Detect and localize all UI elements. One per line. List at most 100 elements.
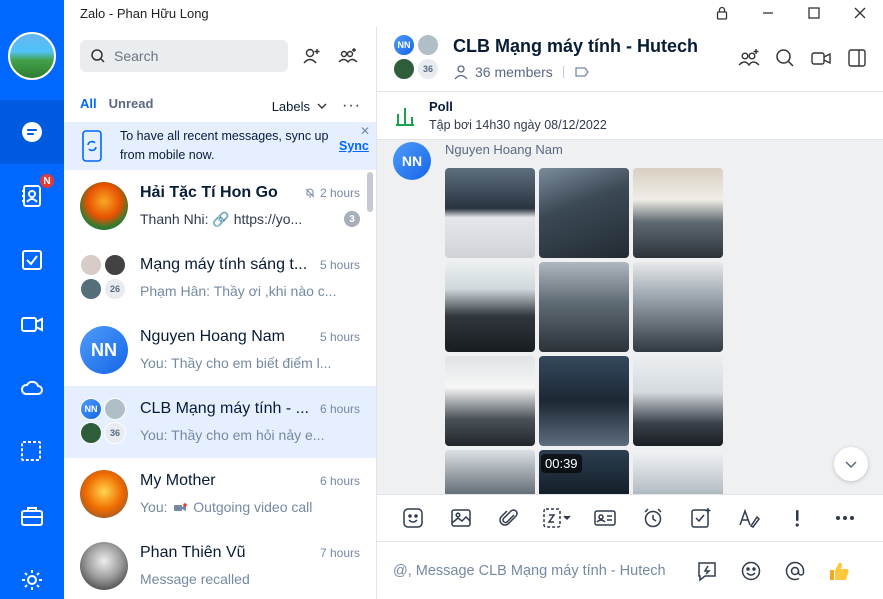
send-like-button[interactable]	[817, 551, 861, 591]
cloud-nav[interactable]	[0, 356, 64, 420]
message-input[interactable]	[393, 562, 683, 579]
screenshot-button[interactable]	[533, 498, 581, 538]
reminder-button[interactable]	[629, 498, 677, 538]
list-scrollbar[interactable]	[367, 172, 373, 212]
sticker-icon	[403, 508, 423, 528]
video-thumbnail[interactable]: 00:39	[539, 450, 629, 494]
send-image-button[interactable]	[437, 498, 485, 538]
member-avatar	[104, 398, 126, 420]
settings-nav[interactable]	[0, 548, 64, 599]
member-avatar	[80, 422, 102, 444]
member-avatar	[393, 58, 415, 80]
toggle-info-panel-button[interactable]	[839, 42, 875, 74]
photo-thumbnail[interactable]	[633, 168, 723, 258]
close-icon	[854, 7, 866, 19]
mention-icon	[785, 561, 805, 580]
emoji-button[interactable]	[729, 551, 773, 591]
conversation-item[interactable]: 26 Mạng máy tính sáng t... 5 hours Phạm …	[64, 242, 376, 314]
message-composer	[377, 542, 883, 599]
search-input[interactable]	[114, 48, 284, 64]
conversation-item[interactable]: NN Nguyen Hoang Nam 5 hours You: Thầy ch…	[64, 314, 376, 386]
attachment-icon	[499, 509, 518, 526]
sticker-button[interactable]	[389, 498, 437, 538]
tab-all[interactable]: All	[80, 94, 97, 124]
conversation-list-pane: All Unread Labels ··· To have all recent…	[64, 26, 377, 599]
tab-unread[interactable]: Unread	[109, 94, 154, 118]
conversation-item-active[interactable]: NN 36 CLB Mạng máy tính - ... 6 hours Yo…	[64, 386, 376, 458]
lock-icon	[716, 6, 728, 20]
mark-urgent-button[interactable]	[773, 498, 821, 538]
create-group-button[interactable]	[332, 40, 364, 72]
user-avatar[interactable]	[8, 32, 56, 80]
sync-banner: To have all recent messages, sync up fro…	[64, 122, 376, 170]
video-call-icon	[811, 52, 831, 65]
close-window-button[interactable]	[837, 0, 883, 26]
contacts-nav[interactable]: N	[0, 164, 64, 228]
assign-task-button[interactable]	[677, 498, 725, 538]
message-area[interactable]: Poll Tập bơi 14h30 ngày 08/12/2022 NN Ng…	[377, 92, 883, 494]
conversation-preview: Phạm Hân: Thầy ơi ,khi nào c...	[140, 283, 337, 299]
photo-thumbnail[interactable]	[633, 450, 723, 494]
maximize-button[interactable]	[791, 0, 837, 26]
quick-message-button[interactable]	[685, 551, 729, 591]
photo-thumbnail[interactable]	[539, 262, 629, 352]
label-tag-icon[interactable]	[574, 64, 590, 80]
more-icon	[836, 516, 854, 520]
search-chat-button[interactable]	[767, 42, 803, 74]
conversation-name: Hải Tặc Tí Hon Go	[140, 184, 278, 201]
sync-link[interactable]: Sync	[339, 139, 369, 153]
todo-nav[interactable]	[0, 228, 64, 292]
conversation-time: 5 hours	[319, 258, 360, 272]
sync-close-button[interactable]: ✕	[360, 124, 370, 138]
photo-thumbnail[interactable]	[445, 262, 535, 352]
photo-thumbnail[interactable]	[539, 168, 629, 258]
briefcase-nav[interactable]	[0, 484, 64, 548]
chat-title: CLB Mạng máy tính - Hutech	[453, 36, 699, 56]
scroll-to-bottom-button[interactable]	[834, 447, 868, 481]
member-avatar	[80, 254, 102, 276]
conversation-item[interactable]: Hải Tặc Tí Hon Go 2 hours Thanh Nhi: 🔗 h…	[64, 170, 376, 242]
sender-name: Nguyen Hoang Nam	[445, 142, 563, 157]
minimize-icon	[763, 12, 773, 14]
video-duration: 00:39	[541, 454, 582, 473]
group-avatar[interactable]: NN 36	[393, 34, 441, 82]
conversation-time: 6 hours	[319, 474, 360, 488]
filter-tabs: All Unread Labels ···	[80, 94, 361, 124]
video-icon	[21, 317, 43, 332]
minimize-button[interactable]	[745, 0, 791, 26]
conversation-avatar	[80, 470, 128, 518]
sync-message: To have all recent messages, sync up fro…	[120, 127, 335, 165]
text-format-button[interactable]	[725, 498, 773, 538]
lock-button[interactable]	[699, 0, 745, 26]
labels-dropdown[interactable]: Labels	[272, 99, 328, 114]
conversation-name: Nguyen Hoang Nam	[140, 328, 285, 345]
pinned-poll[interactable]: Poll Tập bơi 14h30 ngày 08/12/2022	[377, 92, 883, 140]
business-card-button[interactable]	[581, 498, 629, 538]
conversation-item[interactable]: My Mother 6 hours You: Outgoing video ca…	[64, 458, 376, 530]
photo-thumbnail[interactable]	[445, 168, 535, 258]
photo-thumbnail[interactable]	[539, 356, 629, 446]
screenshot-nav[interactable]	[0, 420, 64, 484]
settings-icon	[22, 570, 42, 590]
briefcase-icon	[21, 507, 43, 526]
photo-thumbnail[interactable]	[633, 356, 723, 446]
search-box[interactable]	[80, 40, 288, 72]
add-friend-button[interactable]	[296, 40, 328, 72]
image-gallery: 00:39	[445, 168, 725, 494]
add-member-button[interactable]	[731, 42, 767, 74]
attach-file-button[interactable]	[485, 498, 533, 538]
video-call-button[interactable]	[803, 42, 839, 74]
conversation-avatar: NN	[80, 326, 128, 374]
list-more-button[interactable]: ···	[342, 97, 361, 115]
member-count-link[interactable]: 36 members	[475, 64, 553, 80]
toolbar-more-button[interactable]	[821, 498, 869, 538]
mention-button[interactable]	[773, 551, 817, 591]
video-nav[interactable]	[0, 292, 64, 356]
photo-thumbnail[interactable]	[445, 356, 535, 446]
conversation-item[interactable]: Phan Thiên Vũ 7 hours Message recalled	[64, 530, 376, 599]
messages-nav[interactable]	[0, 100, 64, 164]
sender-avatar[interactable]: NN	[393, 142, 431, 180]
maximize-icon	[808, 7, 820, 19]
photo-thumbnail[interactable]	[445, 450, 535, 494]
photo-thumbnail[interactable]	[633, 262, 723, 352]
